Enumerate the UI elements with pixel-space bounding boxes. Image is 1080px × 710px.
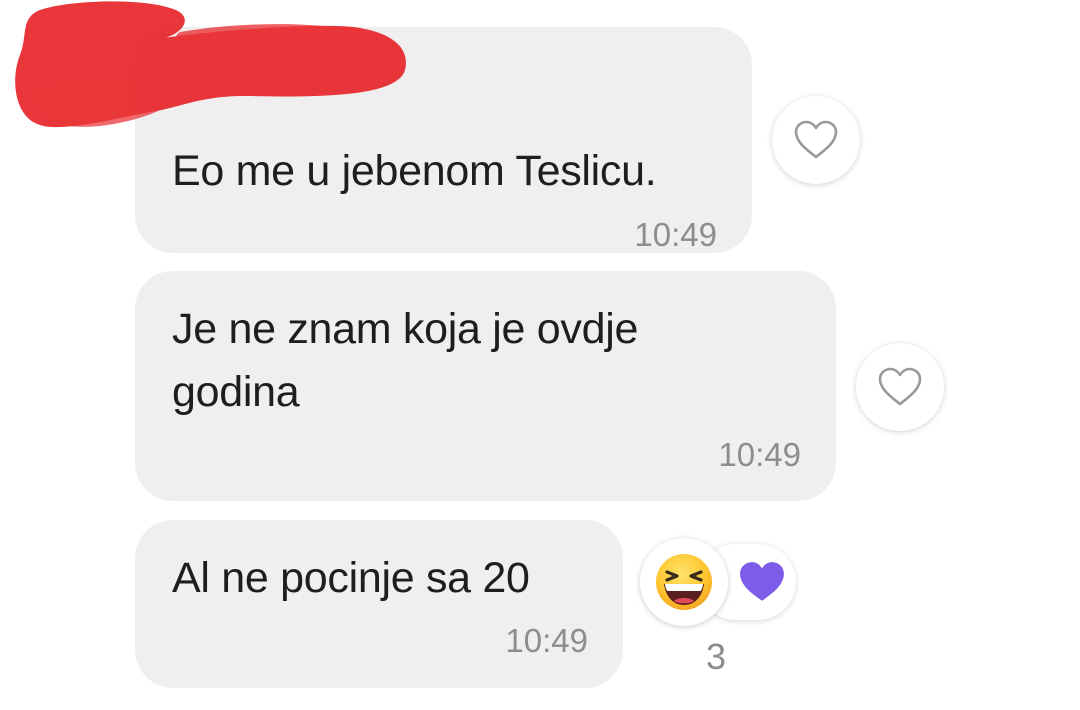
message-bubble[interactable]: Al ne pocinje sa 20 10:49 xyxy=(135,520,623,688)
like-button[interactable] xyxy=(856,343,944,431)
reaction-summary[interactable] xyxy=(640,538,796,626)
message-bubble[interactable]: Je ne znam koja je ovdje godina 10:49 xyxy=(135,271,836,501)
message-timestamp: 10:49 xyxy=(718,436,801,473)
grinning-squinting-face-icon xyxy=(656,554,712,610)
chat-thread: Eo me u jebenom Teslicu. 10:49 Je ne zna… xyxy=(0,0,1080,710)
message-text: Al ne pocinje sa 20 xyxy=(172,554,530,602)
reaction-chip xyxy=(640,538,728,626)
heart-outline-icon xyxy=(794,120,838,159)
message-timestamp: 10:49 xyxy=(505,622,588,659)
like-button[interactable] xyxy=(772,96,860,184)
heart-outline-icon xyxy=(878,367,922,406)
reaction-count: 3 xyxy=(706,636,727,677)
message-text: Eo me u jebenom Teslicu. xyxy=(172,147,657,195)
message-text-line-1: Je ne znam koja je ovdje xyxy=(172,305,639,353)
redaction-scribble xyxy=(15,1,406,128)
message-timestamp: 10:49 xyxy=(634,216,717,253)
purple-heart-icon xyxy=(740,562,784,601)
message-text-line-2: godina xyxy=(172,368,300,416)
